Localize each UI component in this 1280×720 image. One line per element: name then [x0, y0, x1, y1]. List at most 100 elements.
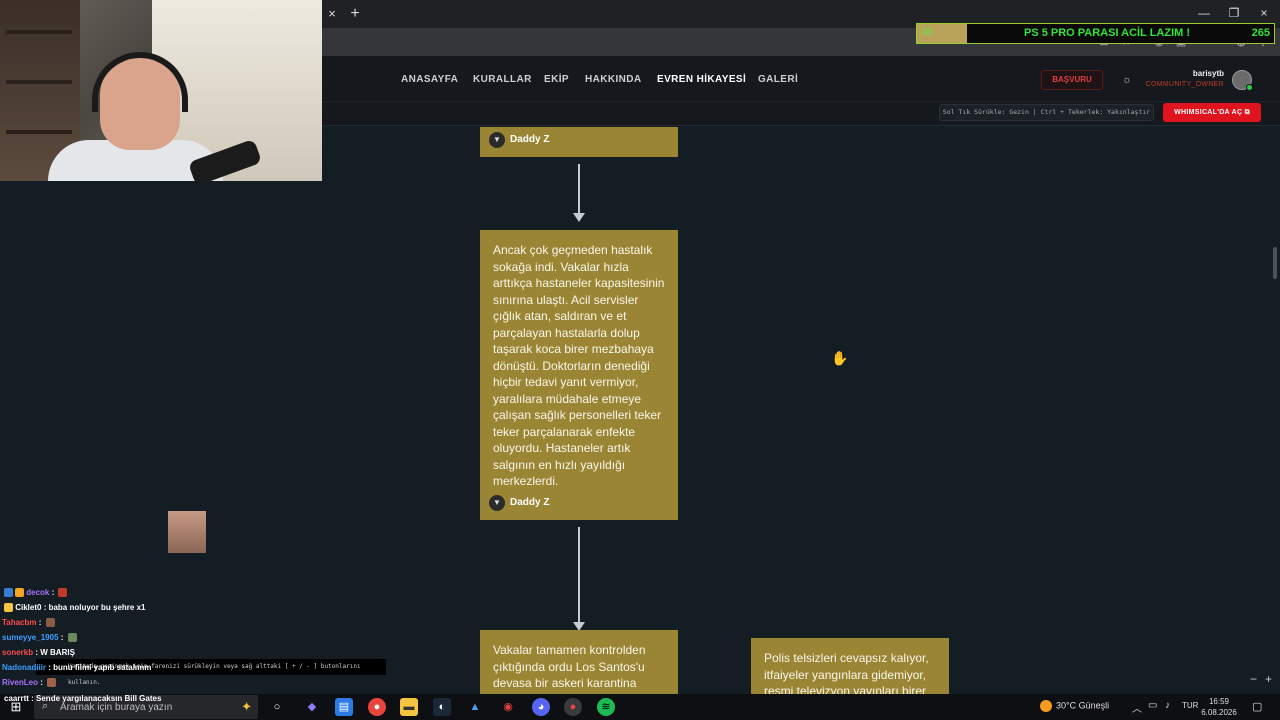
chat-message: RivenLeo :: [2, 678, 57, 688]
nav-link-team[interactable]: EKİP: [544, 74, 569, 85]
app-icon[interactable]: ▲: [466, 698, 484, 716]
badge-icon: [4, 603, 13, 613]
sun-icon: [1040, 700, 1052, 712]
diagram-toolbar: Sol Tık Sürükle: Gezin | Ctrl + Tekerlek…: [322, 102, 1280, 126]
network-icon[interactable]: ▭: [1148, 700, 1157, 711]
author-shield-icon: ▼: [489, 494, 505, 511]
chat-message: caarrtt : Sende yargılanacaksın Bill Gat…: [4, 694, 162, 703]
restore-icon[interactable]: ❐: [1224, 6, 1244, 20]
story-card[interactable]: Polis telsizleri cevapsız kalıyor, itfai…: [751, 638, 949, 694]
chat-text: bunu filmi yapıb satalımm: [53, 663, 152, 672]
story-card[interactable]: Vakalar tamamen kontrolden çıktığında or…: [480, 630, 678, 694]
chat-username[interactable]: Nadonadiiir: [2, 663, 46, 672]
user-role: COMMUNITY_OWNER: [1145, 81, 1224, 88]
clock[interactable]: 16:59 6.08.2026: [1200, 696, 1238, 718]
card-text: Vakalar tamamen kontrolden çıktığında or…: [493, 643, 646, 690]
chat-message: sonerkb : W BARIŞ: [2, 648, 75, 657]
sparkle-icon: ✦: [241, 699, 252, 714]
steam-icon[interactable]: ◐: [433, 698, 451, 716]
chevron-up-icon[interactable]: ︿: [1132, 700, 1142, 715]
card-author: ▼ Daddy Z: [489, 131, 550, 149]
chat-username[interactable]: sumeyye_1905: [2, 633, 59, 642]
clock-date: 6.08.2026: [1201, 708, 1237, 717]
chat-message: Nadonadiiir : bunu filmi yapıb satalımm: [2, 663, 152, 672]
chat-message: Tahacbm :: [2, 618, 55, 628]
weather-widget[interactable]: 30°C Güneşli: [1040, 700, 1109, 712]
nav-link-rules[interactable]: KURALLAR: [473, 74, 532, 85]
new-tab-icon[interactable]: +: [346, 5, 364, 23]
stream-chat-panel: decok : Ciklet0 : baba noluyor bu şehre …: [0, 181, 386, 694]
flow-arrow: [573, 527, 585, 631]
emote-icon: [67, 633, 77, 643]
chat-text: Sende yargılanacaksın Bill Gates: [36, 694, 162, 703]
spotify-icon[interactable]: ≋: [597, 698, 615, 716]
chat-message: Ciklet0 : baba noluyor bu şehre x1: [2, 603, 146, 613]
chat-username[interactable]: Ciklet0: [15, 603, 41, 612]
author-shield-icon: ▼: [489, 131, 505, 148]
nav-link-about[interactable]: HAKKINDA: [585, 74, 642, 85]
donation-title: PS 5 PRO PARASI ACİL LAZIM !: [1023, 27, 1191, 39]
obs-icon[interactable]: ◉: [499, 698, 517, 716]
diagram-canvas[interactable]: ▼ Daddy Z Ancak çok geçmeden hastalık sok…: [322, 127, 1280, 694]
emote-icon: [47, 678, 57, 688]
nav-link-gallery[interactable]: GALERİ: [758, 74, 798, 85]
donation-current: 38: [921, 27, 933, 38]
user-name[interactable]: barisytb: [1152, 69, 1224, 78]
open-in-whimsical-button[interactable]: WHIMSICAL'DA AÇ ⧉: [1163, 103, 1261, 122]
chat-text: baba noluyor bu şehre x1: [48, 603, 146, 612]
app-icon[interactable]: ◆: [303, 698, 321, 716]
minimize-icon[interactable]: —: [1194, 6, 1214, 20]
volume-icon[interactable]: ♪: [1165, 700, 1170, 711]
badge-icon: [15, 588, 24, 598]
chat-message: decok :: [2, 588, 68, 598]
mini-webcam-face: [168, 511, 206, 553]
badge-icon: [4, 588, 13, 598]
chrome-active-icon[interactable]: ●: [564, 698, 582, 716]
task-view-icon[interactable]: ○: [268, 698, 286, 716]
windows-taskbar: ⊞ ⌕ Aramak için buraya yazın ✦ ○ ◆ ▤ ● ▬…: [0, 694, 1280, 720]
hand-cursor-icon: ✋: [831, 350, 849, 366]
site-navbar: ANASAYFA KURALLAR EKİP HAKKINDA EVREN Hİ…: [322, 56, 1280, 102]
chat-message: sumeyye_1905 :: [2, 633, 77, 643]
tab-close-icon[interactable]: ×: [324, 6, 340, 22]
avatar[interactable]: [1232, 70, 1253, 91]
theme-toggle-icon[interactable]: ☼: [1118, 71, 1136, 89]
chat-username[interactable]: RivenLeo: [2, 678, 38, 687]
donation-goal-bar: 38 PS 5 PRO PARASI ACİL LAZIM ! 265: [916, 23, 1275, 44]
discord-icon[interactable]: ◕: [532, 698, 550, 716]
zoom-in-button[interactable]: +: [1265, 672, 1272, 686]
clock-time: 16:59: [1208, 697, 1230, 706]
nav-link-universe-story[interactable]: EVREN HİKAYESİ: [657, 74, 746, 85]
arrow-head-icon: [573, 213, 585, 222]
zoom-out-button[interactable]: −: [1250, 672, 1257, 686]
card-author-name: Daddy Z: [510, 496, 550, 508]
chat-username[interactable]: sonerkb: [2, 648, 33, 657]
chrome-icon[interactable]: ●: [368, 698, 386, 716]
online-status-dot: [1246, 84, 1253, 91]
notification-icon[interactable]: ▢: [1252, 700, 1262, 713]
card-text: Ancak çok geçmeden hastalık sokağa indi.…: [493, 243, 665, 488]
flow-arrow: [573, 164, 585, 222]
donation-goal: 265: [1251, 27, 1270, 39]
story-card[interactable]: Ancak çok geçmeden hastalık sokağa indi.…: [480, 230, 678, 520]
nav-link-home[interactable]: ANASAYFA: [401, 74, 458, 85]
language-indicator[interactable]: TUR: [1182, 701, 1198, 710]
story-card[interactable]: ▼ Daddy Z: [480, 127, 678, 157]
chat-username[interactable]: Tahacbm: [2, 618, 37, 627]
zoom-controls: − +: [1250, 672, 1272, 686]
chat-username[interactable]: decok: [26, 588, 49, 597]
file-explorer-icon[interactable]: ▬: [400, 698, 418, 716]
navigation-hint: Sol Tık Sürükle: Gezin | Ctrl + Tekerlek…: [939, 104, 1154, 121]
card-author-name: Daddy Z: [510, 133, 550, 145]
store-icon[interactable]: ▤: [335, 698, 353, 716]
card-author: ▼ Daddy Z: [489, 494, 550, 512]
card-text: Polis telsizleri cevapsız kalıyor, itfai…: [764, 651, 929, 694]
chat-username[interactable]: caarrtt: [4, 694, 29, 703]
apply-button[interactable]: BAŞVURU: [1041, 70, 1103, 90]
chat-text: W BARIŞ: [40, 648, 75, 657]
window-close-icon[interactable]: ×: [1254, 6, 1274, 20]
scrollbar-thumb[interactable]: [1273, 247, 1277, 279]
emote-icon: [58, 588, 68, 598]
webcam-overlay: [0, 0, 322, 181]
weather-text: 30°C Güneşli: [1056, 700, 1110, 711]
